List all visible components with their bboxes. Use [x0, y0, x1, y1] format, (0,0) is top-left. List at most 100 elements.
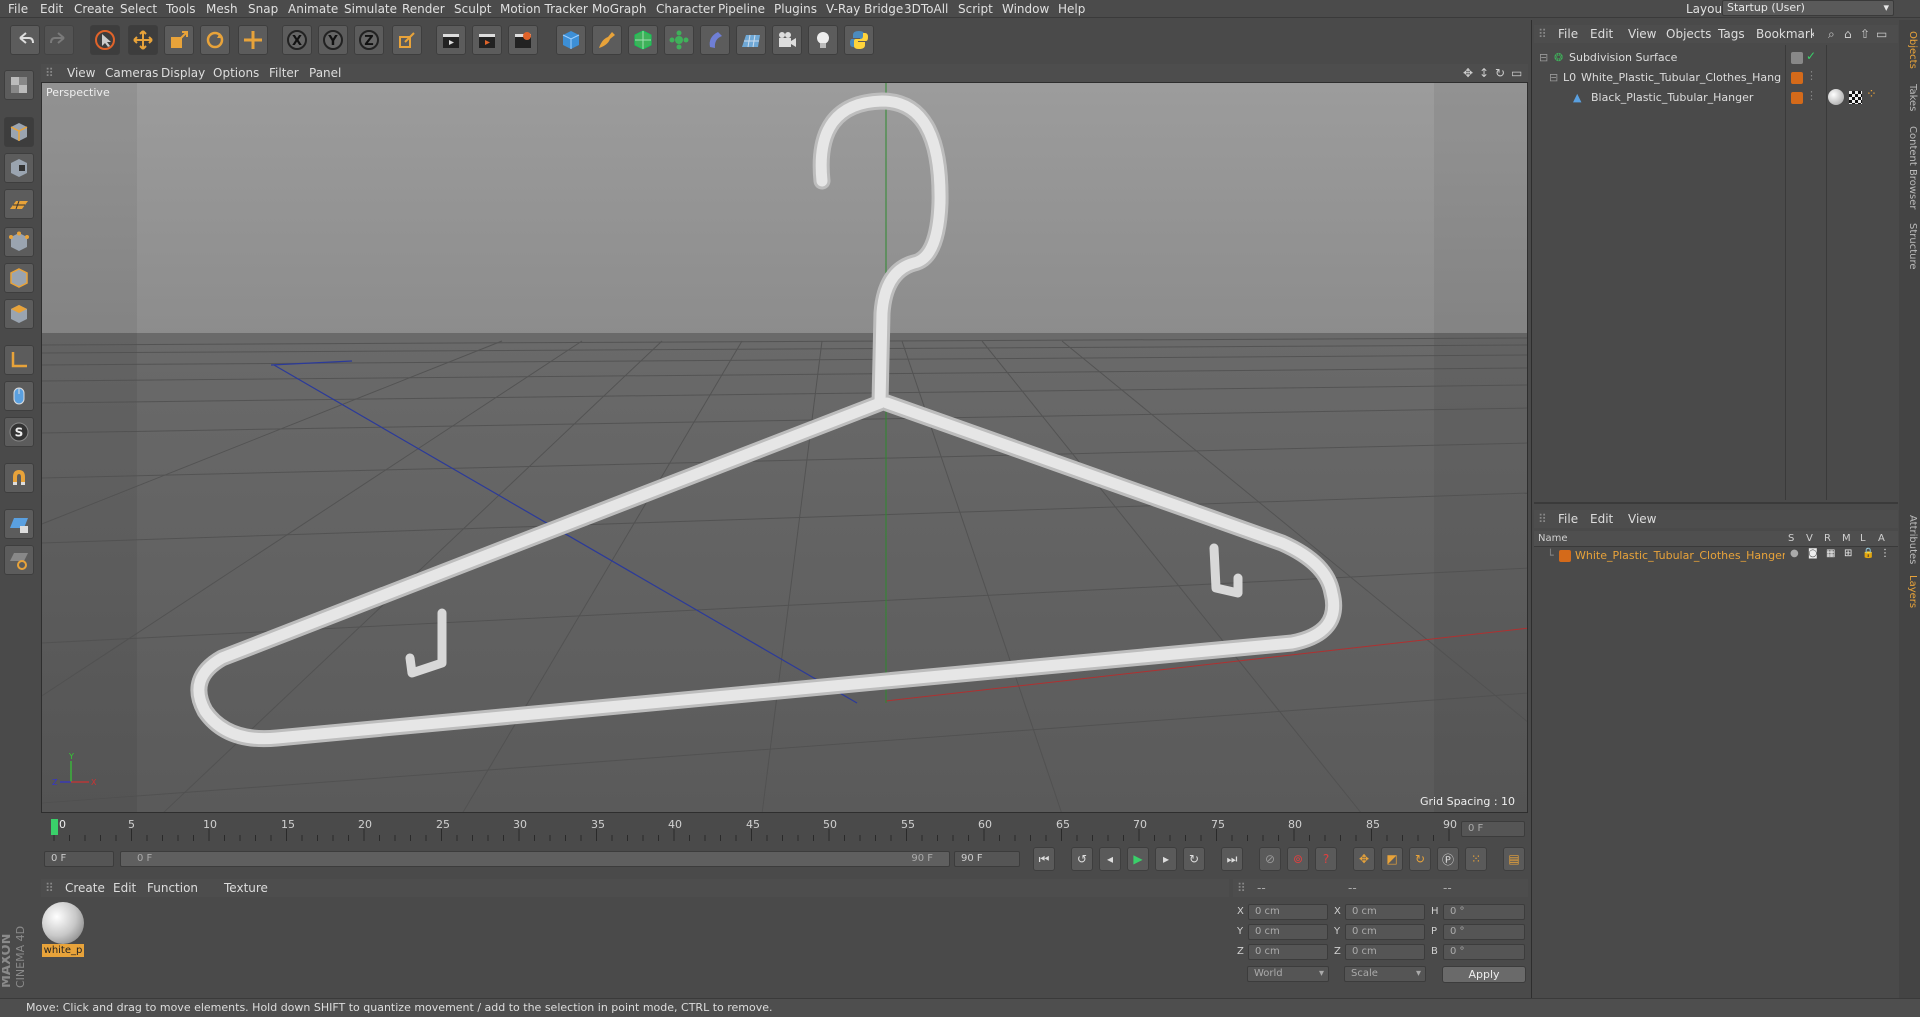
material-tag-icon[interactable] [1828, 89, 1844, 105]
play-button[interactable]: ▶ [1127, 847, 1149, 871]
size-z-field[interactable]: 0 cm [1345, 944, 1425, 960]
y-axis-lock-button[interactable]: Y [318, 25, 348, 55]
animation-toggle-icon[interactable]: ⋮ [1880, 548, 1890, 559]
model-mode-button[interactable] [4, 117, 34, 147]
mat-menu-function[interactable]: Function [147, 881, 198, 895]
undo-button[interactable] [10, 25, 40, 55]
menu-snap[interactable]: Snap [248, 2, 278, 16]
zoom-view-icon[interactable]: ↕ [1479, 66, 1489, 80]
rotate-tool-button[interactable] [200, 25, 230, 55]
tab-layers[interactable]: Layers [1900, 572, 1918, 612]
key-position-button[interactable]: ✥ [1353, 847, 1375, 871]
frame-range-slider[interactable]: 0 F 90 F [120, 851, 950, 867]
obj-menu-bookmarks[interactable]: Bookmark [1756, 27, 1814, 41]
start-frame-field[interactable]: 0 F [44, 851, 114, 867]
previous-key-button[interactable]: ↺ [1071, 847, 1093, 871]
rot-p-field[interactable]: 0 ° [1443, 924, 1525, 940]
tweak-button[interactable] [4, 381, 34, 411]
key-scale-button[interactable]: ◩ [1381, 847, 1403, 871]
obj-menu-tags[interactable]: Tags [1718, 27, 1745, 41]
planar-workplane-button[interactable] [4, 545, 34, 575]
menu-character[interactable]: Character [656, 2, 715, 16]
menu-file[interactable]: File [8, 2, 28, 16]
mat-menu-texture[interactable]: Texture [224, 881, 268, 895]
up-arrow-icon[interactable]: ⇧ [1860, 27, 1870, 41]
python-button[interactable] [844, 25, 874, 55]
camera-button[interactable] [772, 25, 802, 55]
layout-dropdown[interactable]: Startup (User) ▾ [1722, 0, 1894, 16]
obj-menu-edit[interactable]: Edit [1590, 27, 1613, 41]
vp-menu-cameras[interactable]: Cameras [105, 66, 158, 80]
pen-spline-button[interactable] [592, 25, 622, 55]
menu-script[interactable]: Script [958, 2, 993, 16]
menu-animate[interactable]: Animate [288, 2, 338, 16]
menu-simulate[interactable]: Simulate [344, 2, 397, 16]
timeline-ruler[interactable]: 0 5 10 15 20 25 30 35 40 45 50 55 60 65 … [41, 817, 1528, 843]
key-pla-button[interactable]: ⁙ [1465, 847, 1487, 871]
make-editable-button[interactable] [4, 70, 34, 100]
current-frame-field[interactable]: 0 F [1461, 821, 1525, 837]
view-toggle-icon[interactable]: ◙ [1808, 548, 1818, 559]
apply-button[interactable]: Apply [1442, 966, 1526, 983]
snapping-button[interactable] [4, 463, 34, 493]
menu-mograph[interactable]: MoGraph [592, 2, 647, 16]
enable-axis-button[interactable] [4, 345, 34, 375]
menu-mesh[interactable]: Mesh [206, 2, 238, 16]
size-x-field[interactable]: 0 cm [1345, 904, 1425, 920]
mograph-cloner-button[interactable] [664, 25, 694, 55]
obj-menu-view[interactable]: View [1628, 27, 1656, 41]
home-icon[interactable]: ⌂ [1844, 27, 1852, 41]
coordinate-system-button[interactable] [392, 25, 422, 55]
render-picture-viewer-button[interactable] [472, 25, 502, 55]
menu-window[interactable]: Window [1002, 2, 1049, 16]
uvw-tag-icon[interactable] [1849, 91, 1862, 104]
tab-takes[interactable]: Takes [1900, 80, 1918, 116]
material-swatch[interactable]: white_p [42, 902, 84, 958]
deformer-button[interactable] [700, 25, 730, 55]
move-tool-button[interactable] [128, 25, 158, 55]
menu-motion-tracker[interactable]: Motion Tracker [500, 2, 588, 16]
pos-z-field[interactable]: 0 cm [1248, 944, 1328, 960]
obj-menu-objects[interactable]: Objects [1666, 27, 1711, 41]
menu-3dtoall[interactable]: 3DToAll [904, 2, 948, 16]
rot-b-field[interactable]: 0 ° [1443, 944, 1525, 960]
menu-render[interactable]: Render [402, 2, 445, 16]
floor-button[interactable] [736, 25, 766, 55]
solo-button[interactable]: S [4, 417, 34, 447]
light-button[interactable] [808, 25, 838, 55]
workplane-mode-button[interactable] [4, 189, 34, 219]
menu-tools[interactable]: Tools [166, 2, 196, 16]
menu-pipeline[interactable]: Pipeline [718, 2, 765, 16]
phong-tag-icon[interactable]: ⁘ [1866, 87, 1877, 102]
current-frame-marker[interactable] [51, 819, 58, 835]
layer-menu-file[interactable]: File [1558, 512, 1578, 526]
rot-h-field[interactable]: 0 ° [1443, 904, 1525, 920]
record-keys-button[interactable]: ⊘ [1259, 847, 1281, 871]
next-key-button[interactable]: ↻ [1183, 847, 1205, 871]
menu-plugins[interactable]: Plugins [774, 2, 817, 16]
polygons-mode-button[interactable] [4, 299, 34, 329]
menu-sculpt[interactable]: Sculpt [454, 2, 491, 16]
tab-structure[interactable]: Structure [1900, 220, 1918, 272]
visibility-dots-icon[interactable]: ⋮ [1806, 89, 1817, 102]
rotate-view-icon[interactable]: ↻ [1495, 66, 1505, 80]
redo-button[interactable] [44, 25, 74, 55]
menu-create[interactable]: Create [74, 2, 114, 16]
perspective-viewport[interactable]: Y X Z Perspective Grid Spacing : 10 cm [41, 82, 1528, 813]
tab-content-browser[interactable]: Content Browser [1900, 122, 1918, 214]
edit-visibility-icon[interactable] [1791, 52, 1803, 64]
maximize-view-icon[interactable]: ▭ [1511, 66, 1522, 80]
layer-row[interactable]: └ White_Plastic_Tubular_Clothes_Hanger [1537, 547, 1787, 565]
timeline-window-button[interactable]: ▤ [1503, 847, 1525, 871]
object-row-white-hanger[interactable]: ⊟ L0 White_Plastic_Tubular_Clothes_Hange… [1537, 69, 1783, 87]
transform-tool-button[interactable] [238, 25, 268, 55]
go-to-end-button[interactable]: ⏭ [1221, 847, 1243, 871]
enabled-check-icon[interactable]: ✓ [1806, 49, 1816, 63]
mat-menu-edit[interactable]: Edit [113, 881, 136, 895]
menu-help[interactable]: Help [1058, 2, 1085, 16]
layer-color-swatch[interactable] [1559, 550, 1571, 562]
autokey-button[interactable]: ⊚ [1287, 847, 1309, 871]
vp-menu-options[interactable]: Options [213, 66, 259, 80]
layer-menu-edit[interactable]: Edit [1590, 512, 1613, 526]
new-window-icon[interactable]: ▭ [1876, 27, 1887, 41]
